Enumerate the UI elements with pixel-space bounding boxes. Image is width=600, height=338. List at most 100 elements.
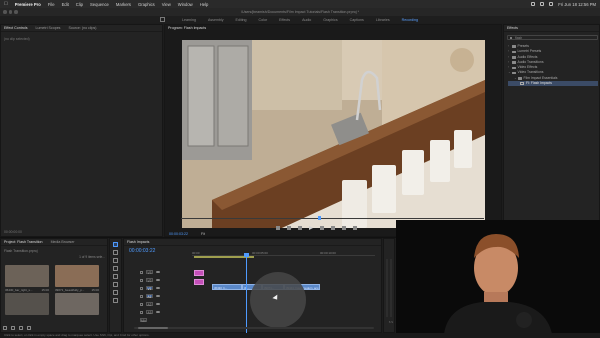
chevron-down-icon[interactable]: ⌄: [508, 70, 511, 75]
lock-icon[interactable]: [140, 294, 143, 298]
lock-icon[interactable]: [140, 310, 143, 314]
program-video-frame[interactable]: [182, 40, 485, 228]
project-clip-thumbnail[interactable]: [5, 293, 49, 315]
track-label[interactable]: V2: [146, 277, 153, 283]
timeline-clip[interactable]: [194, 279, 204, 285]
workspace-captions[interactable]: Captions: [350, 18, 364, 22]
new-item-icon[interactable]: [27, 326, 31, 330]
ripple-edit-tool-icon[interactable]: [113, 258, 118, 263]
track-label[interactable]: A3: [146, 309, 153, 315]
hand-tool-icon[interactable]: [113, 290, 118, 295]
tab-media-browser[interactable]: Media Browser: [51, 240, 75, 244]
workspace-assembly[interactable]: Assembly: [208, 18, 224, 22]
pencil-icon[interactable]: [3, 326, 7, 330]
lock-icon[interactable]: [140, 270, 143, 274]
workspace-editing[interactable]: Editing: [236, 18, 247, 22]
timeline-scroll-thumb[interactable]: [138, 327, 168, 329]
workspace-learning[interactable]: Learning: [182, 18, 196, 22]
mark-in-icon[interactable]: [276, 226, 280, 230]
eye-icon[interactable]: [156, 278, 160, 282]
step-forward-icon[interactable]: [320, 226, 324, 230]
zoom-window-button[interactable]: [14, 10, 18, 14]
menu-sequence[interactable]: Sequence: [90, 2, 109, 7]
menu-graphics[interactable]: Graphics: [138, 2, 155, 7]
menu-help[interactable]: Help: [200, 2, 209, 7]
tab-sequence[interactable]: Flash Impacts: [127, 240, 149, 244]
play-icon[interactable]: [309, 226, 313, 230]
timeline-timecode[interactable]: 00:00:03:22: [129, 248, 155, 254]
timeline-clip[interactable]: [194, 270, 204, 276]
home-icon[interactable]: [160, 17, 165, 22]
selection-tool-icon[interactable]: [113, 242, 118, 247]
solo-button-label[interactable]: S: [391, 321, 393, 324]
effects-search-input[interactable]: flash: [507, 35, 598, 40]
workspace-color[interactable]: Color: [259, 18, 268, 22]
mute-icon[interactable]: [156, 302, 160, 306]
apple-icon[interactable]: : [4, 1, 8, 7]
effect-controls-timecode[interactable]: 00:00:00:00: [4, 230, 22, 234]
list-view-icon[interactable]: [11, 326, 15, 330]
program-scrub-bar[interactable]: [181, 216, 484, 220]
workspace-graphics[interactable]: Graphics: [323, 18, 337, 22]
tab-lumetri-scopes[interactable]: Lumetri Scopes: [36, 26, 61, 30]
export-frame-icon[interactable]: [353, 226, 357, 230]
workspace-recording[interactable]: Recording: [402, 18, 418, 22]
mute-icon[interactable]: [156, 310, 160, 314]
menu-markers[interactable]: Markers: [116, 2, 131, 7]
workspace-effects[interactable]: Effects: [279, 18, 290, 22]
track-label[interactable]: V3: [146, 269, 153, 275]
pen-tool-icon[interactable]: [113, 282, 118, 287]
lock-icon[interactable]: [140, 278, 143, 282]
menu-view[interactable]: View: [162, 2, 171, 7]
project-clip-thumbnail[interactable]: 36430_bar_right_s... 15:00: [5, 265, 49, 292]
extract-icon[interactable]: [342, 226, 346, 230]
app-menu[interactable]: Premiere Pro: [15, 2, 41, 7]
eye-icon[interactable]: [156, 270, 160, 274]
lock-icon[interactable]: [140, 302, 143, 306]
menu-edit[interactable]: Edit: [62, 2, 69, 7]
close-window-button[interactable]: [3, 10, 7, 14]
chevron-down-icon[interactable]: ⌄: [514, 76, 517, 81]
project-clip-thumbnail[interactable]: [55, 293, 99, 315]
timeline-playhead[interactable]: [244, 253, 249, 334]
menu-file[interactable]: File: [48, 2, 55, 7]
zoom-fit-select[interactable]: Fit: [201, 232, 205, 236]
program-playhead-marker[interactable]: [318, 216, 321, 220]
tab-effect-controls[interactable]: Effect Controls: [4, 26, 28, 30]
timeline-scrollbar[interactable]: [134, 327, 374, 329]
tree-item-flash-impacts[interactable]: FI: Flash Impacts: [508, 81, 598, 87]
track-select-tool-icon[interactable]: [113, 250, 118, 255]
project-clip-thumbnail[interactable]: 39071_beautifully_p... 15:00: [55, 265, 99, 292]
track-label[interactable]: V1: [146, 285, 153, 291]
tab-program-monitor[interactable]: Program: Flash Impacts: [168, 26, 206, 30]
track-label[interactable]: Mix: [140, 317, 147, 323]
mute-icon[interactable]: [156, 294, 160, 298]
razor-tool-icon[interactable]: [113, 266, 118, 271]
menu-window[interactable]: Window: [178, 2, 193, 7]
menubar-clock[interactable]: Fri Jun 18 12:56 PM: [558, 2, 596, 7]
track-label[interactable]: A1: [146, 293, 153, 299]
mark-out-icon[interactable]: [287, 226, 291, 230]
lift-icon[interactable]: [331, 226, 335, 230]
wifi-icon[interactable]: [531, 2, 536, 6]
tab-effects[interactable]: Effects: [507, 26, 518, 30]
tab-project[interactable]: Project: Flash Transition: [4, 240, 43, 244]
workspace-audio[interactable]: Audio: [302, 18, 311, 22]
timeline-clip[interactable]: 36430_b...: [212, 284, 242, 290]
menu-clip[interactable]: Clip: [76, 2, 83, 7]
step-back-icon[interactable]: [298, 226, 302, 230]
lock-icon[interactable]: [140, 286, 143, 290]
eye-icon[interactable]: [156, 286, 160, 290]
battery-icon[interactable]: [549, 2, 554, 6]
control-center-icon[interactable]: [540, 2, 545, 6]
project-item-count: 1 of 9 items sele...: [79, 255, 105, 259]
icon-view-icon[interactable]: [19, 326, 23, 330]
program-playhead-timecode[interactable]: 00:00:03:22: [169, 232, 188, 236]
track-label[interactable]: A2: [146, 301, 153, 307]
workspace-libraries[interactable]: Libraries: [376, 18, 390, 22]
type-tool-icon[interactable]: [113, 298, 118, 303]
slip-tool-icon[interactable]: [113, 274, 118, 279]
project-footer-tools: [3, 326, 31, 330]
minimize-window-button[interactable]: [8, 10, 12, 14]
tab-source-monitor[interactable]: Source: (no clips): [68, 26, 96, 30]
